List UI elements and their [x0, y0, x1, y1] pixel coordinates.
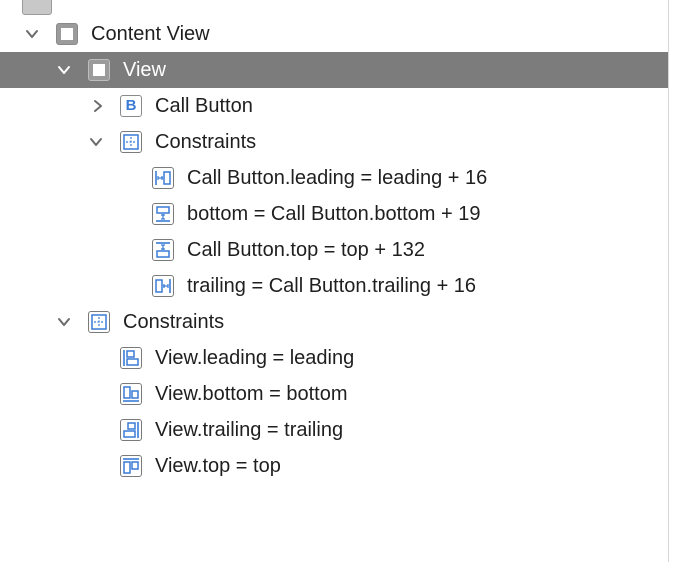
constraint-label: bottom = Call Button.bottom + 19: [187, 203, 481, 225]
chevron-down-icon[interactable]: [88, 134, 104, 150]
constraints-label: Constraints: [155, 131, 257, 153]
trailing-align-icon: [120, 419, 142, 441]
constraint-row[interactable]: Call Button.leading = leading + 16: [0, 160, 668, 196]
button-icon: B: [120, 95, 142, 117]
top-constraint-icon: [152, 239, 174, 261]
outline-row-content-view[interactable]: Content View: [0, 16, 668, 52]
constraint-row[interactable]: trailing = Call Button.trailing + 16: [0, 268, 668, 304]
content-view-label: Content View: [91, 23, 210, 45]
view-label: View: [123, 59, 166, 81]
button-icon-letter: B: [125, 97, 137, 114]
outline-row-call-button[interactable]: B Call Button: [0, 88, 668, 124]
constraint-label: View.leading = leading: [155, 347, 355, 369]
constraint-row[interactable]: View.top = top: [0, 448, 668, 484]
constraint-row[interactable]: View.bottom = bottom: [0, 376, 668, 412]
bottom-constraint-icon: [152, 203, 174, 225]
outline-row-constraints[interactable]: Constraints: [0, 124, 668, 160]
partial-row-label: Sugg: [90, 0, 137, 16]
constraint-label: trailing = Call Button.trailing + 16: [187, 275, 477, 297]
constraint-label: Call Button.top = top + 132: [187, 239, 425, 261]
constraint-row[interactable]: View.leading = leading: [0, 340, 668, 376]
constraints-icon: [88, 311, 110, 333]
constraint-row[interactable]: Call Button.top = top + 132: [0, 232, 668, 268]
constraint-label: View.trailing = trailing: [155, 419, 344, 441]
top-align-icon: [120, 455, 142, 477]
constraints-icon: [120, 131, 142, 153]
outline-row-view[interactable]: View: [0, 52, 668, 88]
view-icon: [88, 59, 110, 81]
view-icon: [22, 0, 52, 15]
pane-divider[interactable]: [668, 0, 669, 562]
chevron-down-icon[interactable]: [56, 314, 72, 330]
constraint-row[interactable]: View.trailing = trailing: [0, 412, 668, 448]
chevron-down-icon[interactable]: [56, 62, 72, 78]
chevron-down-icon[interactable]: [24, 26, 40, 42]
constraint-label: View.bottom = bottom: [155, 383, 348, 405]
trailing-constraint-icon: [152, 275, 174, 297]
constraint-row[interactable]: bottom = Call Button.bottom + 19: [0, 196, 668, 232]
bottom-align-icon: [120, 383, 142, 405]
outline-row-constraints[interactable]: Constraints: [0, 304, 668, 340]
document-outline: Sugg Content View View B Call Button: [0, 0, 668, 562]
chevron-right-icon[interactable]: [90, 98, 106, 114]
constraint-label: Call Button.leading = leading + 16: [187, 167, 488, 189]
view-icon: [56, 23, 78, 45]
constraints-label: Constraints: [123, 311, 225, 333]
leading-constraint-icon: [152, 167, 174, 189]
leading-align-icon: [120, 347, 142, 369]
constraint-label: View.top = top: [155, 455, 281, 477]
call-button-label: Call Button: [155, 95, 253, 117]
